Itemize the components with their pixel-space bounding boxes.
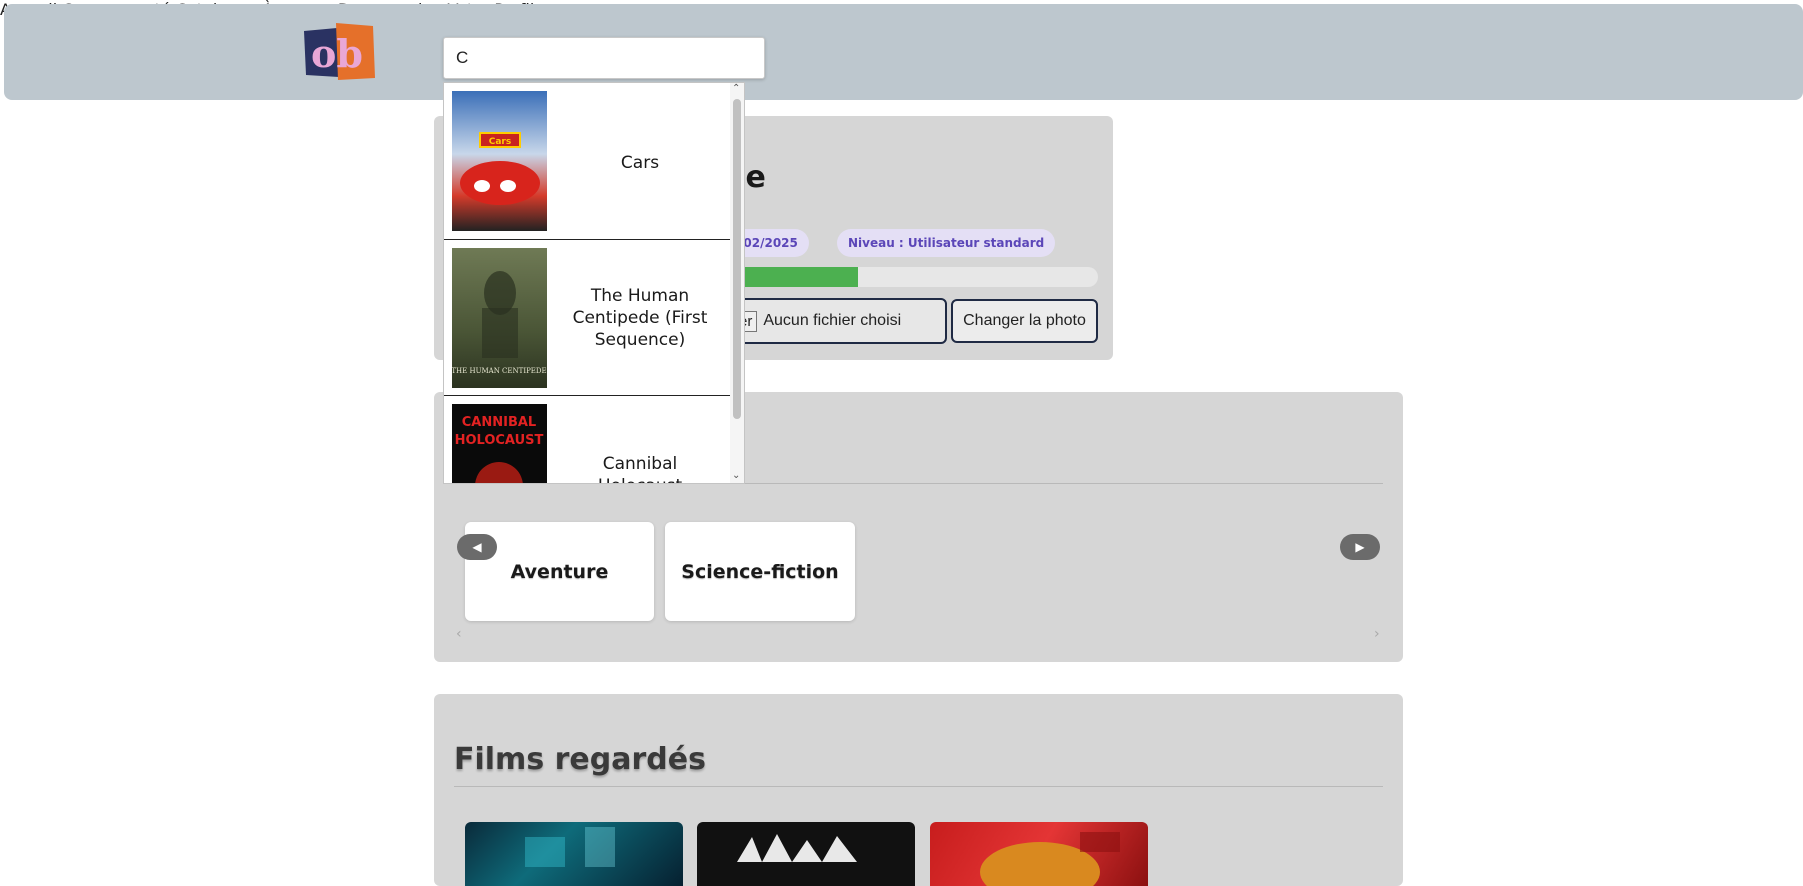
- result-title: Cannibal Holocaust: [598, 454, 682, 483]
- svg-text:CANNIBAL: CANNIBAL: [462, 415, 536, 430]
- logo-letter-o: ob: [311, 31, 363, 76]
- search-result-item[interactable]: Cars Cars: [444, 83, 730, 239]
- level-badge: Niveau : Utilisateur standard: [837, 229, 1056, 257]
- scroll-right-chevron-icon[interactable]: ›: [1374, 626, 1380, 642]
- film-thumbnail-art: [525, 827, 615, 867]
- film-thumbnail[interactable]: [465, 822, 683, 886]
- change-photo-button[interactable]: Changer la photo: [951, 299, 1098, 343]
- search-result-item[interactable]: CANNIBAL HOLOCAUST Cannibal Holocaust: [444, 396, 730, 483]
- movie-poster-image: THE HUMAN CENTIPEDE: [452, 248, 547, 388]
- scroll-up-arrow-icon[interactable]: ⌃: [732, 83, 740, 94]
- level-progress-bar: [728, 267, 1098, 287]
- film-thumbnail-art: [980, 832, 1120, 886]
- result-title: The Human Centipede (First Sequence): [572, 286, 708, 350]
- svg-text:THE HUMAN CENTIPEDE: THE HUMAN CENTIPEDE: [452, 367, 547, 375]
- film-thumbnail[interactable]: [697, 822, 915, 886]
- film-thumbnail-art: [737, 834, 857, 862]
- carousel-next-button[interactable]: ▶: [1340, 534, 1380, 560]
- genre-card-science-fiction[interactable]: Science-fiction: [665, 522, 855, 621]
- svg-text:HOLOCAUST: HOLOCAUST: [455, 433, 544, 448]
- search-result-item[interactable]: THE HUMAN CENTIPEDE The Human Centipede …: [444, 240, 730, 395]
- progress-fill: [728, 267, 858, 287]
- scroll-left-chevron-icon[interactable]: ‹: [456, 626, 462, 642]
- site-logo[interactable]: ob: [303, 23, 375, 80]
- photo-file-input[interactable]: er Aucun fichier choisi: [728, 298, 947, 344]
- search-results-dropdown: Cars Cars THE HUMAN CENTIPEDE The Human …: [443, 82, 745, 484]
- genre-card-aventure[interactable]: Aventure: [465, 522, 654, 621]
- result-title: Cars: [620, 153, 660, 173]
- movie-poster-image: Cars: [452, 91, 547, 231]
- movie-poster-image: CANNIBAL HOLOCAUST: [452, 404, 547, 483]
- carousel-prev-button[interactable]: ◀: [457, 534, 497, 560]
- svg-text:Cars: Cars: [489, 137, 511, 147]
- search-input[interactable]: [443, 37, 765, 79]
- scrollbar-thumb[interactable]: [733, 99, 741, 419]
- scroll-down-arrow-icon[interactable]: ⌄: [732, 470, 740, 481]
- films-section-title: Films regardés: [454, 742, 706, 777]
- films-divider: [454, 786, 1383, 787]
- top-header: [4, 4, 1803, 100]
- dropdown-scrollbar[interactable]: ⌃ ⌄: [730, 83, 744, 483]
- film-thumbnail[interactable]: [930, 822, 1148, 886]
- file-status-text: Aucun fichier choisi: [763, 312, 902, 329]
